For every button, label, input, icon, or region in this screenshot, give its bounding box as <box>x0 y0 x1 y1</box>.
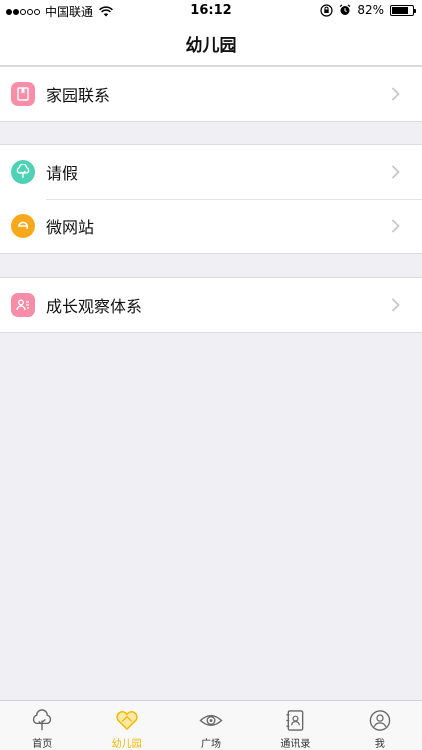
tab-label: 幼儿园 <box>111 739 142 750</box>
status-right: 82% <box>320 3 416 17</box>
tab-me[interactable]: 我 <box>338 701 422 750</box>
profile-icon <box>369 710 391 731</box>
row-growth-observation[interactable]: 成长观察体系 <box>0 278 422 332</box>
row-leave[interactable]: 请假 <box>0 145 422 199</box>
tab-label: 通讯录 <box>280 739 311 750</box>
status-bar: 中国联通 16:12 82% <box>0 0 422 22</box>
carrier-name: 中国联通 <box>45 5 94 19</box>
e-letter-icon <box>11 214 35 238</box>
row-label: 请假 <box>46 164 79 183</box>
tab-kindergarten[interactable]: 幼儿园 <box>84 701 168 750</box>
row-label: 家园联系 <box>46 86 111 105</box>
tab-bar: 首页 幼儿园 广场 通讯录 我 <box>0 700 422 750</box>
chevron-right-icon <box>391 219 400 233</box>
book-icon <box>11 82 35 106</box>
row-micro-website[interactable]: 微网站 <box>0 199 422 253</box>
row-label: 微网站 <box>46 218 95 237</box>
row-home-school-contact[interactable]: 家园联系 <box>0 67 422 121</box>
person-notes-icon <box>11 293 35 317</box>
rotation-lock-icon <box>320 3 333 17</box>
tab-label: 我 <box>374 739 385 750</box>
contacts-icon <box>286 710 304 731</box>
tab-contacts[interactable]: 通讯录 <box>253 701 337 750</box>
tab-home[interactable]: 首页 <box>0 701 84 750</box>
tab-square[interactable]: 广场 <box>169 701 253 750</box>
status-left: 中国联通 <box>6 3 113 20</box>
list-group-home-contact: 家园联系 <box>0 66 422 122</box>
list-group-growth: 成长观察体系 <box>0 277 422 333</box>
tree-icon <box>33 709 52 731</box>
page-title: 幼儿园 <box>185 36 237 56</box>
alarm-icon <box>339 4 351 15</box>
chevron-right-icon <box>391 87 400 101</box>
battery-fill <box>392 6 409 14</box>
battery-percent: 82% <box>357 3 384 17</box>
chevron-right-icon <box>391 298 400 312</box>
tab-label: 首页 <box>32 739 53 750</box>
wifi-icon <box>99 6 113 17</box>
heart-icon <box>116 711 138 731</box>
battery-icon <box>390 4 416 16</box>
list-group-leave-website: 请假 微网站 <box>0 144 422 254</box>
chevron-right-icon <box>391 165 400 179</box>
eye-icon <box>199 715 223 726</box>
signal-icon <box>6 8 41 15</box>
nav-bar: 幼儿园 <box>0 22 422 66</box>
row-label: 成长观察体系 <box>46 297 143 316</box>
tab-label: 广场 <box>201 739 222 750</box>
tree-icon <box>11 160 35 184</box>
